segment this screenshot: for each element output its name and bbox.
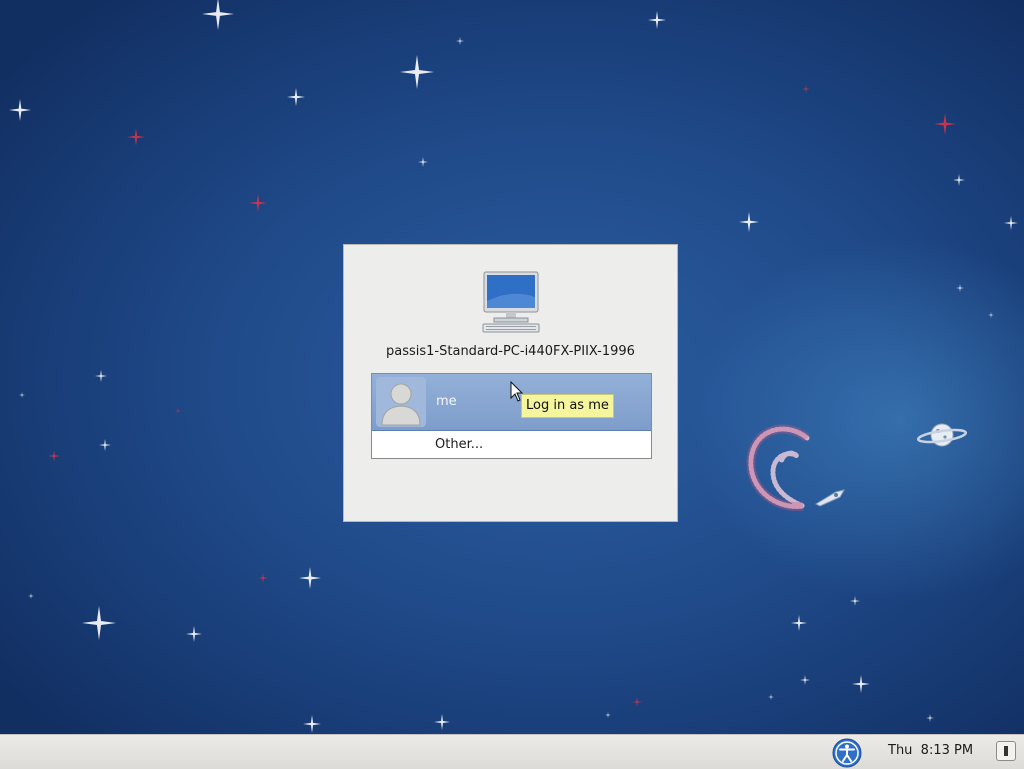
user-avatar-icon bbox=[376, 377, 426, 427]
login-tooltip: Log in as me bbox=[521, 394, 614, 418]
star-decoration bbox=[287, 88, 305, 106]
star-decoration bbox=[802, 85, 810, 93]
hostname-label: passis1-Standard-PC-i440FX-PIIX-1996 bbox=[386, 344, 635, 359]
star-decoration bbox=[852, 675, 870, 693]
star-decoration bbox=[1004, 216, 1018, 230]
mouse-cursor-icon bbox=[510, 381, 524, 402]
star-decoration bbox=[434, 714, 450, 730]
star-decoration bbox=[82, 606, 116, 640]
power-icon[interactable] bbox=[996, 741, 1016, 761]
star-decoration bbox=[400, 55, 434, 89]
star-decoration bbox=[456, 37, 464, 45]
clock-label[interactable]: Thu 8:13 PM bbox=[888, 743, 973, 758]
star-decoration bbox=[800, 675, 810, 685]
star-decoration bbox=[202, 0, 234, 30]
rocket-decoration bbox=[814, 489, 846, 507]
accessibility-icon[interactable] bbox=[832, 738, 862, 768]
star-decoration bbox=[48, 450, 60, 462]
bottom-panel: Thu 8:13 PM bbox=[0, 734, 1024, 769]
star-decoration bbox=[648, 11, 666, 29]
star-decoration bbox=[988, 312, 994, 318]
star-decoration bbox=[953, 174, 965, 186]
star-decoration bbox=[791, 615, 807, 631]
star-decoration bbox=[9, 99, 31, 121]
star-decoration bbox=[418, 157, 428, 167]
star-decoration bbox=[632, 697, 642, 707]
star-decoration bbox=[303, 715, 321, 733]
star-decoration bbox=[926, 714, 934, 722]
star-decoration bbox=[739, 212, 759, 232]
star-decoration bbox=[249, 194, 267, 212]
other-user-label: Other... bbox=[435, 437, 484, 452]
user-name-label: me bbox=[436, 394, 457, 409]
star-decoration bbox=[934, 113, 956, 135]
star-decoration bbox=[28, 593, 34, 599]
star-decoration bbox=[186, 626, 202, 642]
star-decoration bbox=[127, 128, 145, 146]
star-decoration bbox=[768, 694, 774, 700]
computer-icon bbox=[482, 271, 540, 333]
star-decoration bbox=[19, 392, 25, 398]
star-decoration bbox=[175, 408, 181, 414]
star-decoration bbox=[258, 573, 268, 583]
star-decoration bbox=[299, 567, 321, 589]
star-decoration bbox=[95, 370, 107, 382]
star-decoration bbox=[99, 439, 111, 451]
star-decoration bbox=[956, 284, 964, 292]
star-decoration bbox=[850, 596, 860, 606]
other-user-item[interactable]: Other... bbox=[372, 431, 651, 458]
planet-decoration bbox=[916, 423, 968, 447]
star-decoration bbox=[605, 712, 611, 718]
